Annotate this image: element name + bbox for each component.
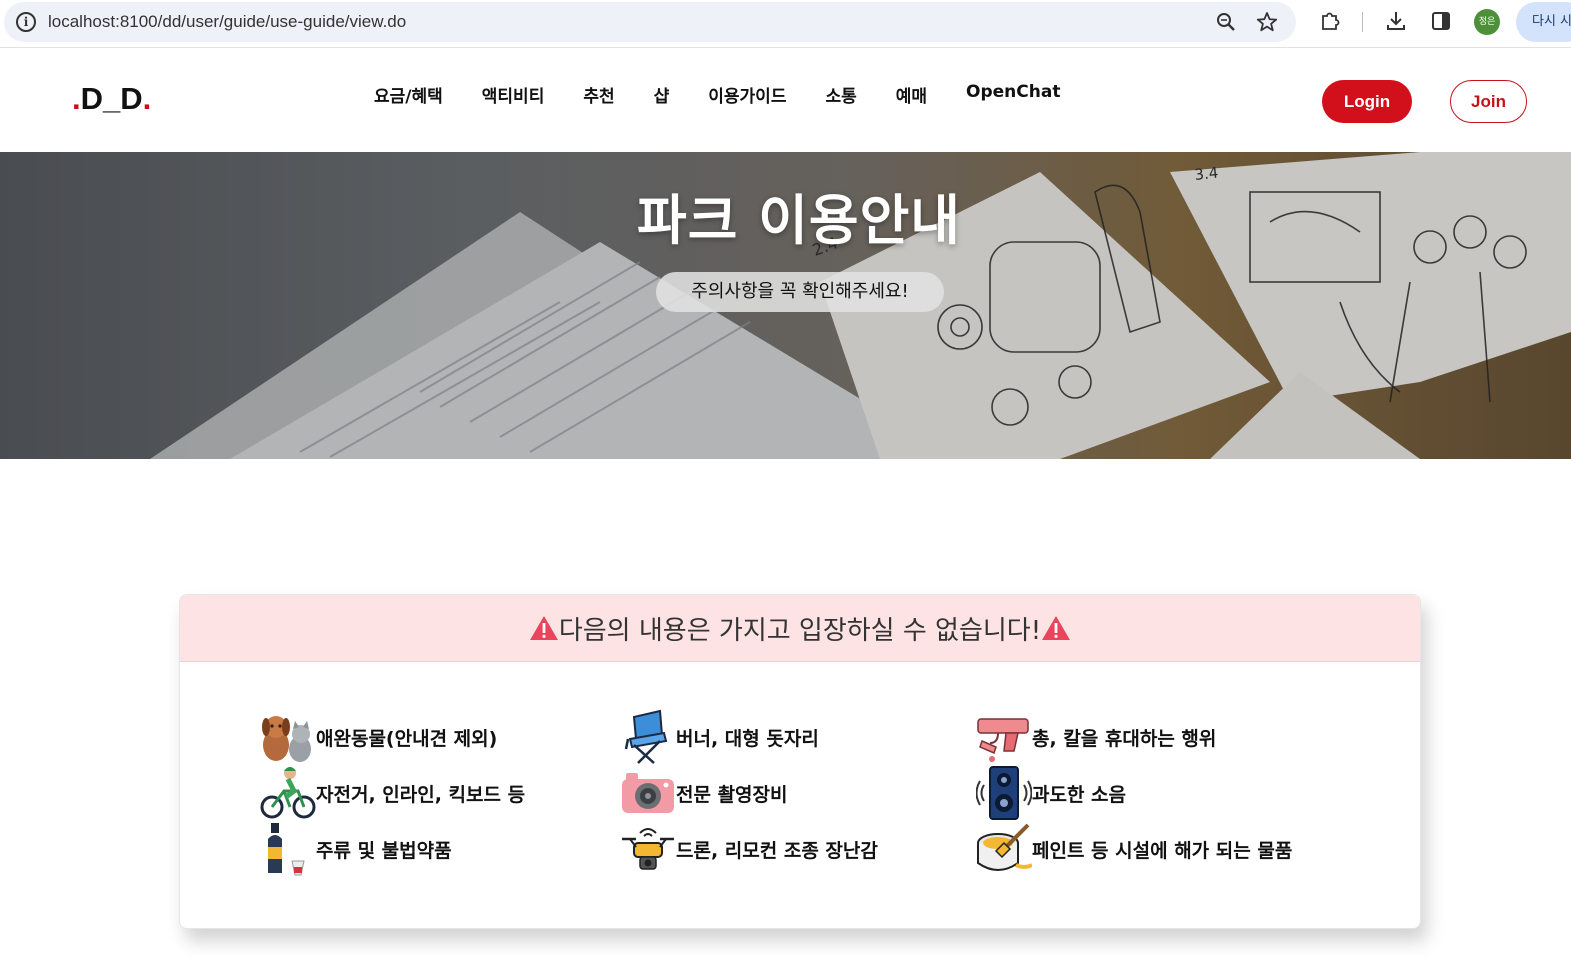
nav-item-shop[interactable]: 샵	[654, 82, 670, 107]
bicycle-icon	[260, 765, 316, 821]
camera-icon	[620, 765, 676, 821]
nav-item-recommend[interactable]: 추천	[583, 82, 614, 107]
extensions-icon[interactable]	[1318, 9, 1342, 33]
pets-icon	[260, 709, 316, 765]
download-icon[interactable]	[1384, 9, 1408, 33]
login-button[interactable]: Login	[1322, 80, 1412, 123]
speaker-icon	[976, 765, 1032, 821]
bookmark-star-icon[interactable]	[1255, 10, 1279, 34]
nav-item-community[interactable]: 소통	[825, 82, 856, 107]
url-text[interactable]: localhost:8100/dd/user/guide/use-guide/v…	[48, 12, 406, 32]
camping-chair-icon	[620, 709, 676, 765]
prohibited-items-card: 다음의 내용은 가지고 입장하실 수 없습니다! 애완동물(안내견 제외) 버너…	[179, 594, 1421, 929]
prohibited-item: 자전거, 인라인, 킥보드 등	[260, 765, 525, 821]
prohibited-item: 드론, 리모컨 조종 장난감	[620, 821, 878, 877]
nav-item-booking[interactable]: 예매	[896, 82, 927, 107]
site-logo[interactable]: .D_D.	[72, 81, 151, 117]
notice-header: 다음의 내용은 가지고 입장하실 수 없습니다!	[180, 595, 1420, 662]
warning-icon	[1042, 616, 1071, 640]
prohibited-item: 주류 및 불법약품	[260, 821, 452, 877]
item-label: 페인트 등 시설에 해가 되는 물품	[1032, 839, 1293, 862]
item-label: 드론, 리모컨 조종 장난감	[676, 839, 878, 862]
toolbar-divider	[1362, 12, 1363, 32]
prohibited-item: 페인트 등 시설에 해가 되는 물품	[976, 821, 1292, 877]
zoom-icon[interactable]	[1214, 10, 1238, 34]
nav-item-activity[interactable]: 액티비티	[482, 82, 545, 107]
notice-title: 다음의 내용은 가지고 입장하실 수 없습니다!	[558, 615, 1042, 646]
item-label: 주류 및 불법약품	[316, 839, 452, 862]
profile-avatar[interactable]: 정은	[1474, 9, 1500, 35]
drone-icon	[620, 821, 676, 877]
gun-knife-icon	[976, 709, 1032, 765]
prohibited-item: 애완동물(안내견 제외)	[260, 709, 497, 765]
nav-item-pricing[interactable]: 요금/혜택	[374, 82, 443, 107]
join-button[interactable]: Join	[1450, 80, 1527, 123]
logo-dot-left: .	[72, 81, 81, 116]
address-bar[interactable]: i localhost:8100/dd/user/guide/use-guide…	[4, 2, 1296, 42]
logo-dot-right: .	[142, 81, 152, 116]
paint-icon	[976, 821, 1032, 877]
item-label: 과도한 소음	[1032, 783, 1127, 806]
hero-banner: 2.4 3.4 파크 이용안내 주의사항을 꼭 확인해주세요!	[0, 152, 1571, 459]
logo-text: D_D	[80, 81, 143, 116]
nav-item-openchat[interactable]: OpenChat	[966, 82, 1060, 107]
browser-toolbar: i localhost:8100/dd/user/guide/use-guide…	[0, 0, 1571, 48]
prohibited-item: 총, 칼을 휴대하는 행위	[976, 709, 1216, 765]
item-label: 애완동물(안내견 제외)	[316, 727, 498, 750]
hero-subtitle: 주의사항을 꼭 확인해주세요!	[656, 272, 944, 312]
main-nav: 요금/혜택 액티비티 추천 샵 이용가이드 소통 예매 OpenChat	[374, 82, 1099, 107]
prohibited-item: 과도한 소음	[976, 765, 1126, 821]
item-label: 자전거, 인라인, 킥보드 등	[316, 783, 526, 806]
side-panel-icon[interactable]	[1429, 9, 1453, 33]
hero-title: 파크 이용안내	[637, 189, 961, 252]
site-header: .D_D. 요금/혜택 액티비티 추천 샵 이용가이드 소통 예매 OpenCh…	[0, 49, 1571, 152]
alcohol-icon	[260, 821, 316, 877]
relaunch-button[interactable]: 다시 시작	[1516, 2, 1571, 42]
warning-icon	[529, 616, 558, 640]
item-label: 총, 칼을 휴대하는 행위	[1032, 727, 1217, 750]
nav-item-guide[interactable]: 이용가이드	[708, 82, 786, 107]
item-label: 버너, 대형 돗자리	[676, 727, 819, 750]
item-label: 전문 촬영장비	[676, 783, 788, 806]
prohibited-item: 버너, 대형 돗자리	[620, 709, 819, 765]
prohibited-item: 전문 촬영장비	[620, 765, 788, 821]
site-info-icon[interactable]: i	[16, 12, 36, 32]
